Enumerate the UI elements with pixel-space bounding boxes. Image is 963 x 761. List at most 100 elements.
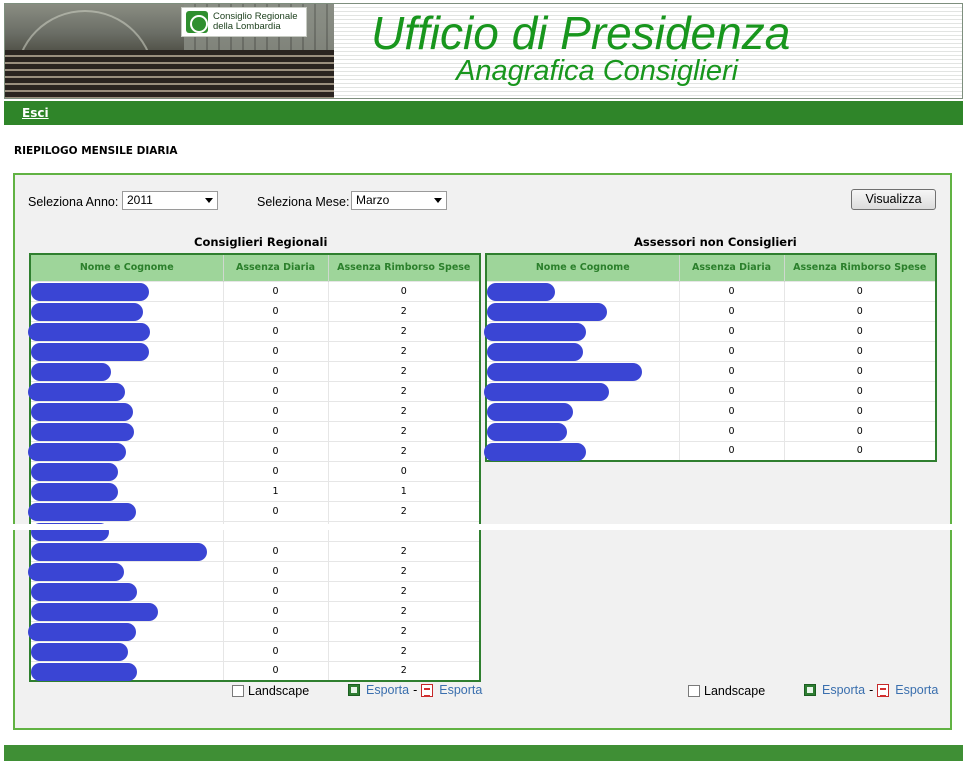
- export-excel-link[interactable]: Esporta: [366, 683, 409, 697]
- table-row: 02: [28, 620, 481, 641]
- redacted-name: [31, 362, 111, 381]
- site-title: Ufficio di Presidenza: [371, 7, 791, 59]
- redacted-name: [487, 422, 567, 441]
- assenza-rimborso-cell: 0: [328, 460, 481, 481]
- table-row: 00: [486, 360, 937, 381]
- assenza-rimborso-cell: 1: [328, 480, 481, 501]
- column-header-rimborso[interactable]: Assenza Rimborso Spese: [328, 254, 481, 281]
- assenza-diaria-cell: 0: [223, 640, 329, 661]
- name-cell: [30, 660, 224, 681]
- column-header-name[interactable]: Nome e Cognome: [486, 254, 680, 281]
- site-subtitle: Anagrafica Consiglieri: [456, 55, 739, 87]
- table-header-row: Nome e Cognome Assenza Diaria Assenza Ri…: [30, 254, 481, 281]
- logo-line-2: della Lombardia: [213, 21, 281, 32]
- assenza-rimborso-cell: 2: [328, 580, 481, 601]
- assenza-diaria-cell: 1: [223, 480, 329, 501]
- export-excel-link[interactable]: Esporta: [822, 683, 865, 697]
- redacted-name: [31, 462, 118, 481]
- column-header-diaria[interactable]: Assenza Diaria: [223, 254, 329, 281]
- name-cell: [28, 380, 224, 401]
- name-cell: [30, 540, 224, 561]
- assenza-rimborso-cell: 2: [328, 540, 481, 561]
- redacted-name: [28, 382, 125, 401]
- landscape-option-right[interactable]: Landscape: [688, 684, 765, 698]
- table-row: 00: [486, 340, 937, 361]
- table-row: 02: [30, 540, 481, 561]
- redacted-name: [31, 402, 133, 421]
- assenza-diaria-cell: 0: [679, 400, 785, 421]
- table-row: 00: [484, 320, 937, 341]
- table-row: 02: [30, 400, 481, 421]
- name-cell: [28, 560, 224, 581]
- assenza-rimborso-cell: 2: [328, 560, 481, 581]
- assenza-diaria-cell: 0: [223, 580, 329, 601]
- redacted-name: [31, 482, 118, 501]
- redacted-name: [28, 322, 150, 341]
- redacted-name: [484, 382, 609, 401]
- redacted-name: [487, 302, 607, 321]
- landscape-label: Landscape: [248, 684, 310, 698]
- chevron-down-icon: [205, 198, 213, 203]
- column-header-diaria[interactable]: Assenza Diaria: [679, 254, 785, 281]
- assenza-rimborso-cell: 2: [328, 380, 481, 401]
- assessori-table: Nome e Cognome Assenza Diaria Assenza Ri…: [484, 253, 937, 462]
- assenza-diaria-cell: 0: [223, 300, 329, 321]
- export-pdf-link[interactable]: Esporta: [895, 683, 938, 697]
- assenza-diaria-cell: 0: [223, 440, 329, 461]
- redacted-name: [28, 562, 124, 581]
- visualizza-button[interactable]: Visualizza: [851, 189, 936, 210]
- assenza-diaria-cell: 0: [679, 360, 785, 381]
- consiglieri-table: Nome e Cognome Assenza Diaria Assenza Ri…: [28, 253, 481, 682]
- export-separator: -: [869, 683, 874, 697]
- name-cell: [30, 460, 224, 481]
- assenza-diaria-cell: 0: [679, 280, 785, 301]
- assenza-rimborso-cell: 2: [328, 620, 481, 641]
- table-row: 02: [30, 340, 481, 361]
- exit-link[interactable]: Esci: [22, 106, 49, 120]
- assenza-rimborso-cell: 2: [328, 640, 481, 661]
- table-row: 11: [30, 480, 481, 501]
- name-cell: [28, 320, 224, 341]
- month-select[interactable]: Marzo: [351, 191, 447, 210]
- table-row: 02: [30, 640, 481, 661]
- assenza-diaria-cell: 0: [679, 380, 785, 401]
- pdf-icon[interactable]: [877, 683, 890, 697]
- redacted-name: [487, 342, 583, 361]
- name-cell: [486, 300, 680, 321]
- lombardy-rose-icon: [186, 11, 208, 33]
- column-header-name[interactable]: Nome e Cognome: [30, 254, 224, 281]
- assenza-rimborso-cell: 2: [328, 400, 481, 421]
- landscape-checkbox[interactable]: [232, 685, 244, 697]
- pdf-icon[interactable]: [421, 683, 434, 697]
- assenza-diaria-cell: 0: [223, 600, 329, 621]
- name-cell: [30, 640, 224, 661]
- column-header-rimborso[interactable]: Assenza Rimborso Spese: [784, 254, 937, 281]
- redacted-name: [28, 442, 126, 461]
- table-row: 02: [30, 660, 481, 681]
- assenza-rimborso-cell: 2: [328, 440, 481, 461]
- site-header: Consiglio Regionale della Lombardia Uffi…: [4, 3, 963, 99]
- redacted-name: [31, 282, 149, 301]
- assenza-diaria-cell: 0: [679, 440, 785, 461]
- year-select[interactable]: 2011: [122, 191, 218, 210]
- assenza-rimborso-cell: 0: [328, 280, 481, 301]
- excel-icon[interactable]: [348, 684, 360, 696]
- redacted-name: [31, 302, 143, 321]
- assenza-diaria-cell: 0: [223, 420, 329, 441]
- assenza-rimborso-cell: 2: [328, 340, 481, 361]
- assenza-rimborso-cell: 0: [784, 320, 937, 341]
- assenza-rimborso-cell: 0: [784, 300, 937, 321]
- landscape-option-left[interactable]: Landscape: [232, 684, 309, 698]
- redacted-name: [28, 622, 136, 641]
- name-cell: [30, 300, 224, 321]
- redacted-name: [31, 662, 137, 681]
- table-row: 02: [30, 600, 481, 621]
- assenza-rimborso-cell: 2: [328, 420, 481, 441]
- export-pdf-link[interactable]: Esporta: [439, 683, 482, 697]
- excel-icon[interactable]: [804, 684, 816, 696]
- landscape-checkbox[interactable]: [688, 685, 700, 697]
- assenza-rimborso-cell: 0: [784, 360, 937, 381]
- assenza-diaria-cell: 0: [223, 400, 329, 421]
- table-row: 00: [486, 280, 937, 301]
- redacted-name: [31, 542, 207, 561]
